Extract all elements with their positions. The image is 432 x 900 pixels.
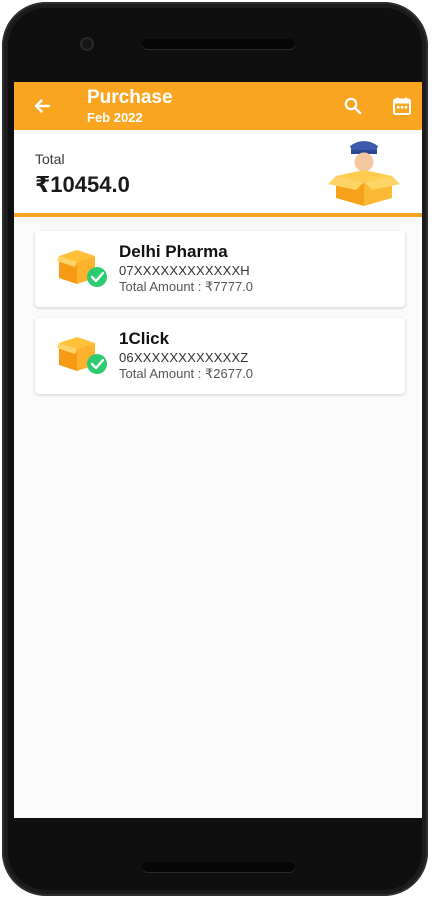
delivery-person-box-icon bbox=[328, 141, 400, 206]
total-amount-label: Total Amount : bbox=[119, 366, 205, 381]
calendar-button[interactable] bbox=[390, 94, 414, 118]
supplier-list: Delhi Pharma 07XXXXXXXXXXXXH Total Amoun… bbox=[14, 217, 422, 818]
supplier-name: Delhi Pharma bbox=[119, 242, 228, 261]
verified-box-icon bbox=[57, 337, 107, 374]
title-block: Purchase Feb 2022 bbox=[87, 87, 173, 126]
calendar-icon bbox=[393, 97, 411, 115]
supplier-card[interactable]: Delhi Pharma 07XXXXXXXXXXXXH Total Amoun… bbox=[35, 231, 405, 307]
app-screen: Purchase Feb 2022 Total ₹10454.0 Delhi P… bbox=[14, 82, 422, 818]
back-arrow-icon bbox=[34, 99, 51, 113]
phone-frame: Purchase Feb 2022 Total ₹10454.0 Delhi P… bbox=[2, 2, 428, 896]
verified-box-icon bbox=[57, 250, 107, 287]
supplier-total: Total Amount : ₹7777.0 bbox=[119, 279, 253, 295]
total-amount-value: ₹2677.0 bbox=[205, 366, 254, 381]
total-amount: ₹10454.0 bbox=[35, 172, 130, 197]
front-camera bbox=[80, 37, 94, 51]
bottom-speaker bbox=[142, 862, 295, 872]
search-button[interactable] bbox=[341, 94, 365, 118]
page-title: Purchase bbox=[87, 87, 173, 108]
page-subtitle: Feb 2022 bbox=[87, 110, 143, 125]
earpiece-speaker bbox=[142, 39, 295, 49]
supplier-name: 1Click bbox=[119, 329, 170, 348]
search-icon bbox=[344, 97, 362, 115]
total-label: Total bbox=[35, 151, 65, 167]
total-summary: Total ₹10454.0 bbox=[14, 130, 422, 214]
supplier-gstin: 06XXXXXXXXXXXXZ bbox=[119, 350, 249, 365]
supplier-card[interactable]: 1Click 06XXXXXXXXXXXXZ Total Amount : ₹2… bbox=[35, 318, 405, 394]
total-amount-value: ₹7777.0 bbox=[205, 279, 254, 294]
total-amount-label: Total Amount : bbox=[119, 279, 205, 294]
app-bar: Purchase Feb 2022 bbox=[14, 82, 422, 130]
supplier-total: Total Amount : ₹2677.0 bbox=[119, 366, 253, 382]
supplier-gstin: 07XXXXXXXXXXXXH bbox=[119, 263, 250, 278]
back-button[interactable] bbox=[28, 92, 56, 120]
